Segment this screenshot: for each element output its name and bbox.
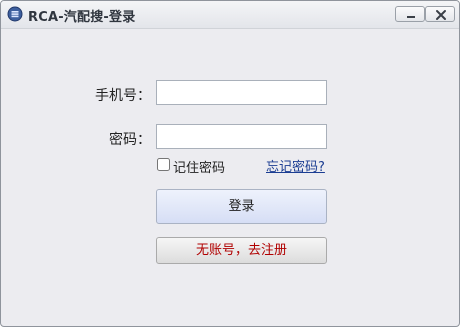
password-label: 密码：	[109, 132, 151, 148]
password-input[interactable]	[156, 124, 327, 149]
app-logo-icon	[7, 6, 23, 22]
register-button[interactable]: 无账号，去注册	[156, 237, 327, 264]
login-button[interactable]: 登录	[156, 189, 327, 224]
close-button[interactable]	[425, 6, 455, 22]
login-window: RCA-汽配搜-登录 手机号： 密码： 记住密码 忘记密码? 登录 无账号，去注…	[0, 0, 460, 327]
phone-input[interactable]	[156, 80, 327, 105]
phone-label: 手机号：	[95, 88, 151, 104]
forgot-password-link[interactable]: 忘记密码?	[266, 156, 325, 175]
remember-password-label[interactable]: 记住密码	[173, 157, 225, 176]
window-title: RCA-汽配搜-登录	[28, 10, 136, 25]
minimize-button[interactable]	[395, 6, 425, 22]
remember-password-checkbox[interactable]	[157, 158, 170, 171]
title-bar[interactable]: RCA-汽配搜-登录	[1, 1, 459, 29]
